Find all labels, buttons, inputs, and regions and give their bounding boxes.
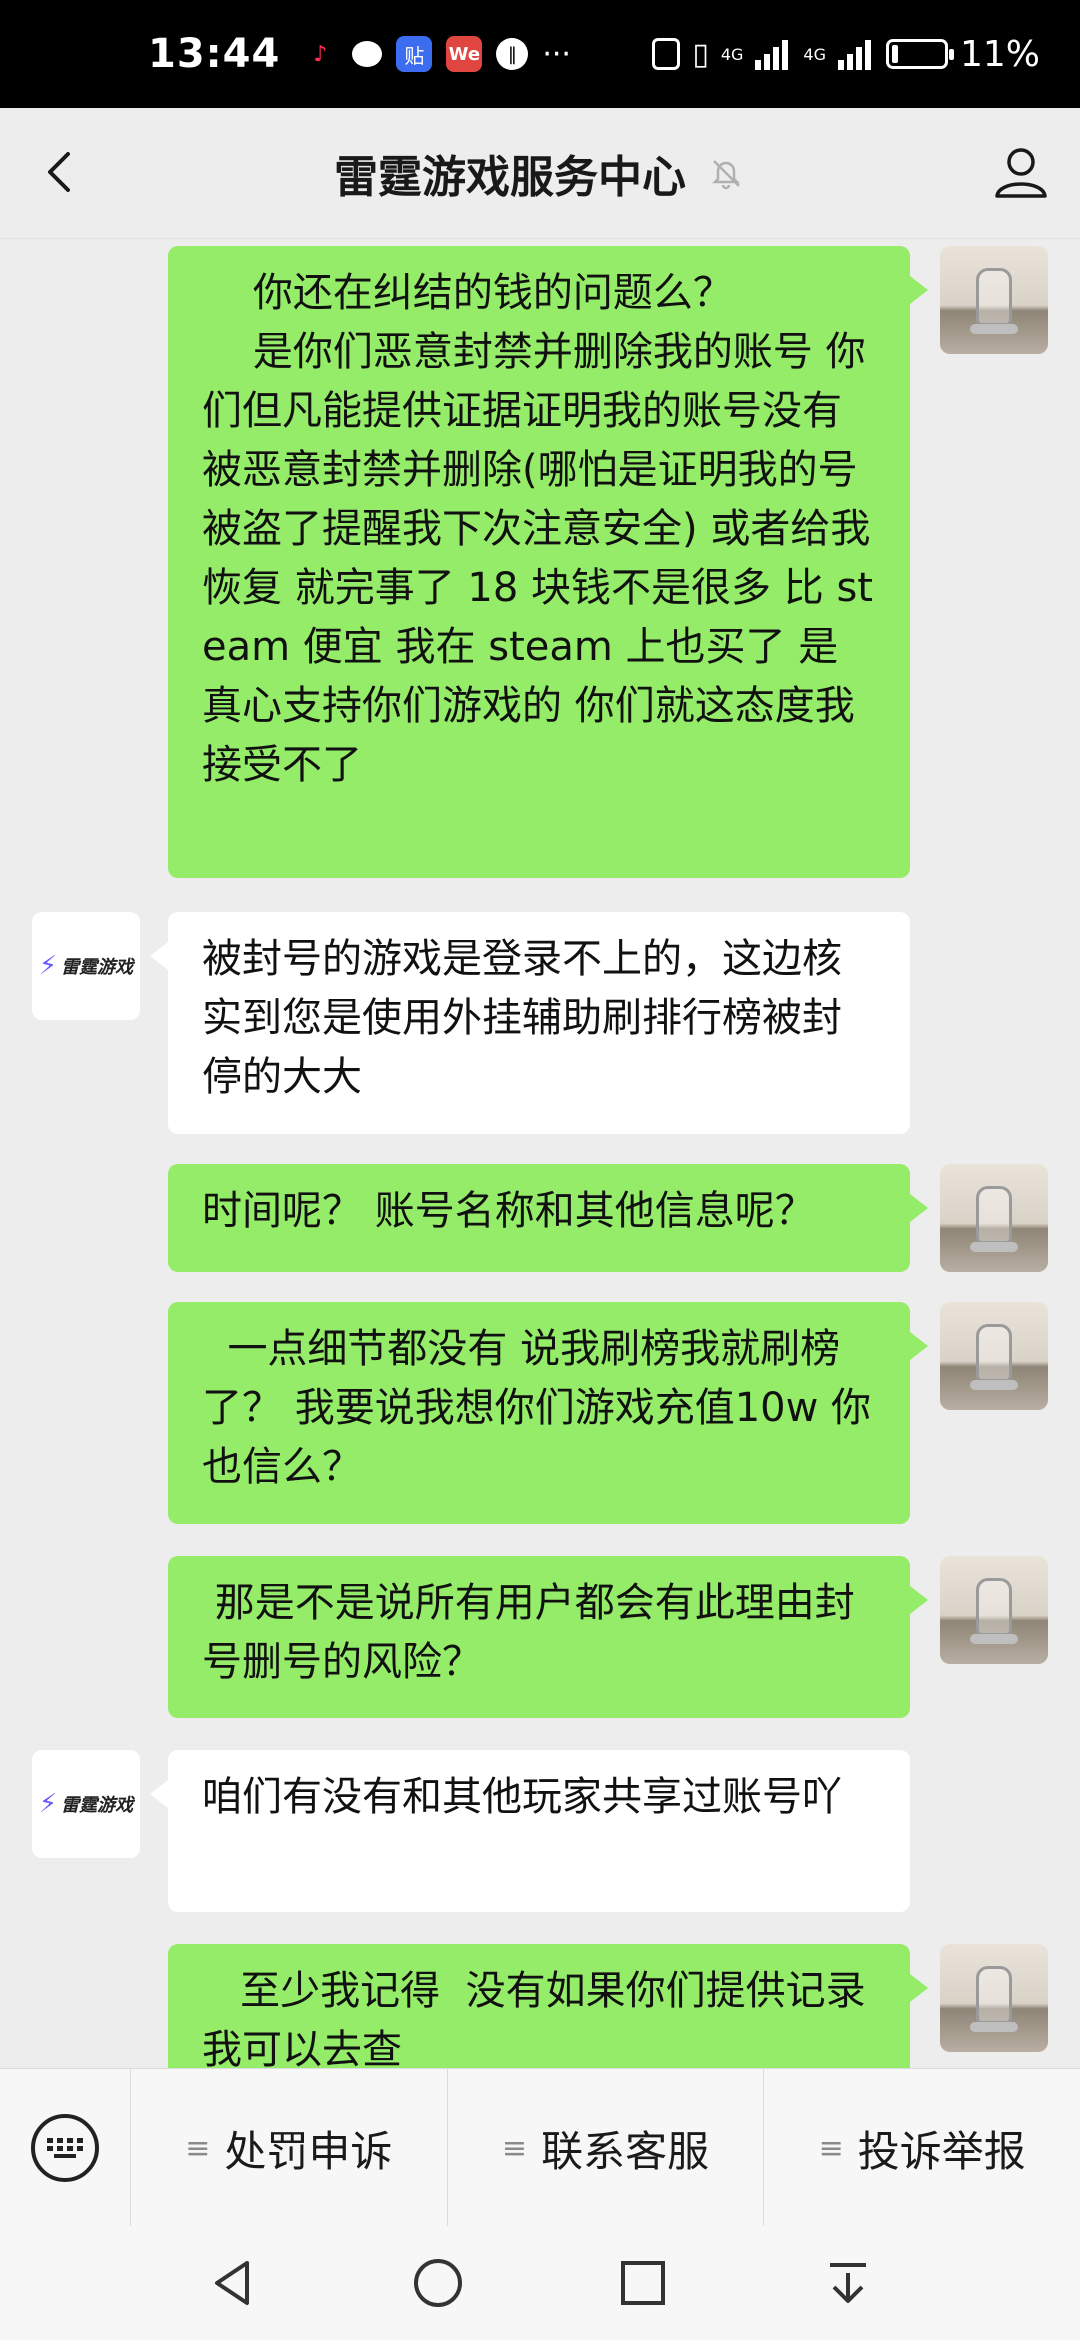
service-brand-logo: 雷霆游戏 xyxy=(61,957,134,978)
profile-icon[interactable] xyxy=(990,140,1052,202)
system-navigation-bar xyxy=(0,2226,1080,2340)
menu-lines-icon: ≡ xyxy=(185,2130,211,2166)
menu-lines-icon: ≡ xyxy=(818,2130,844,2166)
service-menu-bar: ≡ 处罚申诉 ≡ 联系客服 ≡ 投诉举报 xyxy=(0,2068,1080,2227)
message-bubble-sent[interactable]: 你还在纠结的钱的问题么？ 是你们恶意封禁并删除我的账号 你们但凡能提供证据证明我… xyxy=(168,246,928,878)
lamp-shape xyxy=(976,268,1012,326)
message-bubble-received[interactable]: 被封号的游戏是登录不上的，这边核实到您是使用外挂辅助刷排行榜被封停的大大 xyxy=(150,912,910,1134)
signal-icon xyxy=(755,40,789,70)
menu-contact-support[interactable]: ≡ 联系客服 xyxy=(446,2069,764,2227)
lamp-base xyxy=(970,1380,1018,1390)
lightning-icon: ⚡ xyxy=(38,1789,58,1819)
menu-lines-icon: ≡ xyxy=(501,2130,528,2166)
user-avatar[interactable] xyxy=(940,1944,1048,2052)
chat-area[interactable]: 你还在纠结的钱的问题么？ 是你们恶意封禁并删除我的账号 你们但凡能提供证据证明我… xyxy=(0,238,1080,2068)
battery-icon xyxy=(885,39,954,69)
menu-label: 联系客服 xyxy=(541,2126,710,2176)
message-bubble-sent[interactable]: 一点细节都没有 说我刷榜我就刷榜了？ 我要说我想你们游戏充值10w 你也信么？ xyxy=(168,1302,928,1524)
service-brand-logo: 雷霆游戏 xyxy=(61,1795,134,1816)
menu-appeal-penalty[interactable]: ≡ 处罚申诉 xyxy=(130,2069,447,2227)
message-bubble-received[interactable]: 咱们有没有和其他玩家共享过账号吖 xyxy=(150,1750,910,1912)
lightning-icon: ⚡ xyxy=(38,951,58,981)
mute-bell-icon xyxy=(711,160,741,190)
nav-home-icon[interactable] xyxy=(408,2253,468,2313)
message-bubble-sent[interactable]: 那是不是说所有用户都会有此理由封号删号的风险？ xyxy=(168,1556,928,1718)
keyboard-toggle-button[interactable] xyxy=(0,2069,130,2227)
menu-label: 处罚申诉 xyxy=(224,2126,393,2176)
user-avatar[interactable] xyxy=(940,1556,1048,1664)
network-4g-label-1: 4G xyxy=(720,44,744,64)
lamp-base xyxy=(970,324,1018,334)
menu-complaint-report[interactable]: ≡ 投诉举报 xyxy=(763,2069,1080,2227)
weibo-we-icon: We xyxy=(446,36,483,72)
back-arrow-icon[interactable] xyxy=(32,142,92,202)
chat-header: 雷霆游戏服务中心 xyxy=(0,108,1080,239)
lamp-base xyxy=(970,1634,1018,1644)
nav-notification-pulldown-icon[interactable] xyxy=(818,2253,878,2313)
lamp-shape xyxy=(976,1324,1012,1382)
audio-wave-icon: ‖ xyxy=(496,38,529,70)
nav-recents-icon[interactable] xyxy=(613,2253,673,2313)
network-4g-label-2: 4G xyxy=(803,44,826,64)
signal-icon-2 xyxy=(837,40,871,70)
battery-percent: 11% xyxy=(959,33,1040,75)
lamp-shape xyxy=(976,1186,1012,1244)
status-right: ▯ 4G 4G 11% xyxy=(652,34,1040,75)
vibrate-icon: ▯ xyxy=(692,36,709,72)
user-avatar[interactable] xyxy=(940,1164,1048,1272)
lamp-shape xyxy=(976,1966,1012,2024)
battery-fill xyxy=(891,45,898,63)
more-notifications-icon: ··· xyxy=(542,36,571,72)
menu-label: 投诉举报 xyxy=(857,2126,1026,2176)
lamp-base xyxy=(970,1242,1018,1252)
lamp-shape xyxy=(976,1578,1012,1636)
status-time: 13:44 xyxy=(148,31,281,77)
message-bubble-icon xyxy=(352,41,383,67)
tiktok-icon: ♪ xyxy=(313,41,328,67)
nav-back-icon[interactable] xyxy=(203,2253,263,2313)
nfc-icon xyxy=(652,38,681,70)
keyboard-icon xyxy=(31,2114,99,2182)
message-bubble-sent[interactable]: 至少我记得 没有如果你们提供记录 我可以去查 xyxy=(168,1944,928,2068)
user-avatar[interactable] xyxy=(940,1302,1048,1410)
user-avatar[interactable] xyxy=(940,246,1048,354)
chat-title: 雷霆游戏服务中心 xyxy=(334,152,686,203)
service-avatar[interactable]: ⚡ 雷霆游戏 xyxy=(32,1750,140,1858)
tieba-icon: 贴 xyxy=(396,36,433,72)
status-left: 13:44 ♪ 贴 We ‖ ··· xyxy=(148,31,571,77)
service-avatar[interactable]: ⚡ 雷霆游戏 xyxy=(32,912,140,1020)
message-bubble-sent[interactable]: 时间呢？ 账号名称和其他信息呢？ xyxy=(168,1164,928,1272)
lamp-base xyxy=(970,2022,1018,2032)
status-bar: 13:44 ♪ 贴 We ‖ ··· ▯ 4G 4G 11% xyxy=(0,0,1080,108)
